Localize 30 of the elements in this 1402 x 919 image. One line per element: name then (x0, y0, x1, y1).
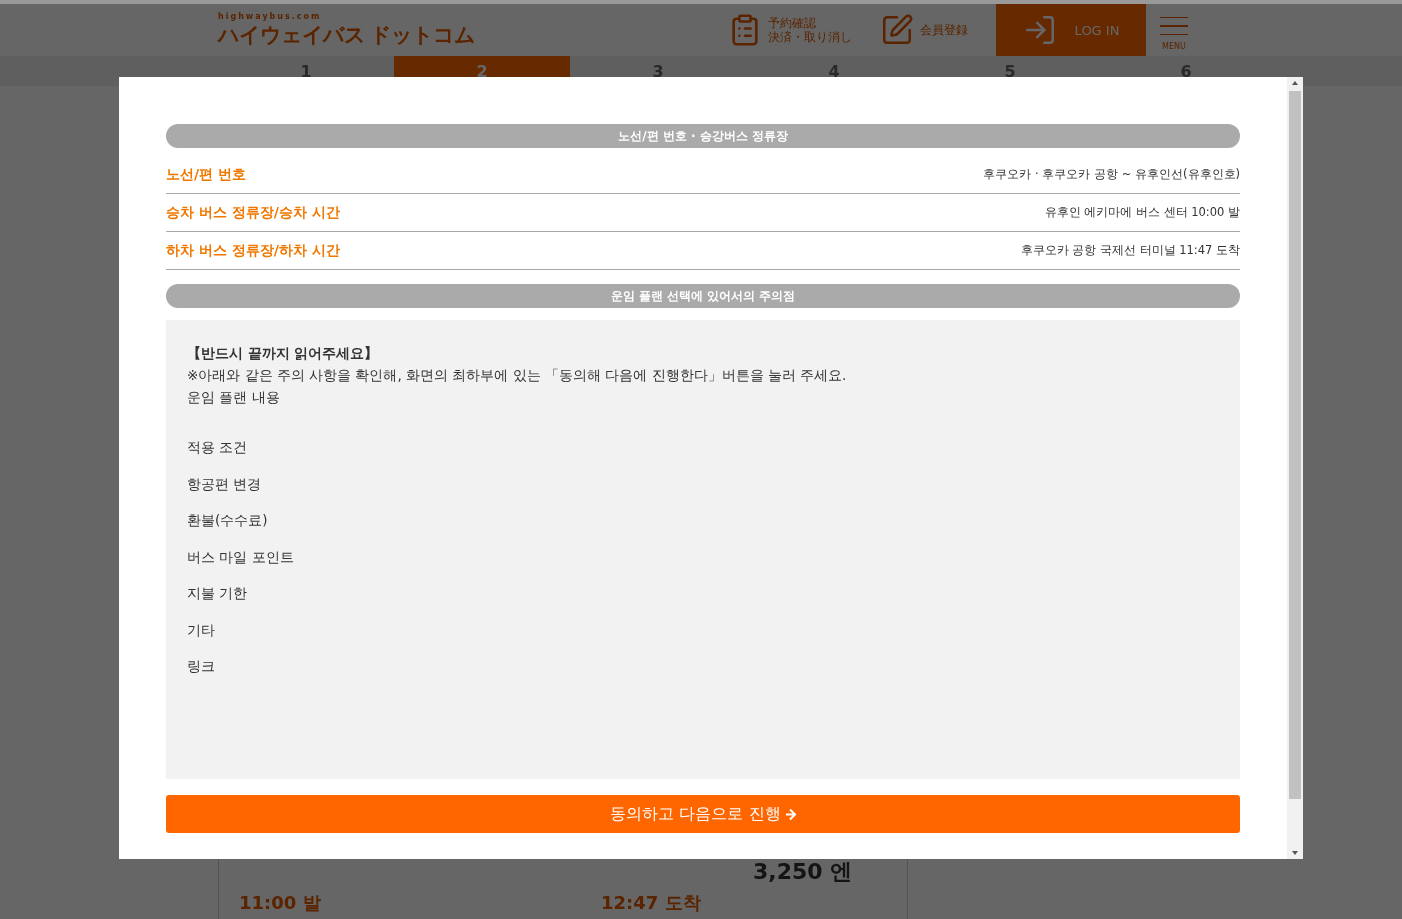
departure-time: 11:00 발 (239, 891, 322, 915)
section-title: 운임 플랜 선택에 있어서의 주의점 (166, 284, 1240, 308)
notice-subheading: 운임 플랜 내용 (187, 388, 281, 407)
plan-item: 적용 조건 (187, 438, 249, 457)
plan-item: 버스 마일 포인트 (187, 547, 295, 567)
login-button[interactable]: LOG IN (996, 4, 1146, 56)
plan-item: 항공편 변경 (187, 474, 263, 494)
fare-price: 3,250 엔 (753, 860, 854, 884)
plan-item: 링크 (187, 657, 216, 676)
arrow-icon (784, 807, 796, 821)
arrival-time: 12:47 도착 (601, 891, 702, 915)
plan-item: 환불(수수료) (187, 511, 269, 530)
plan-item: 지불 기한 (187, 584, 249, 603)
header-link[interactable]: 会員登録 (880, 4, 968, 56)
row-label: 승차 버스 정류장/승차 시간 (166, 203, 340, 222)
agree-button[interactable]: 동의하고 다음으로 진행 (166, 795, 1240, 833)
notice-text: ※아래와 같은 주의 사항을 확인해, 화면의 최하부에 있는 「동의해 다음에 진행한다」버튼을 눌러 주세요. (187, 366, 848, 385)
row-label: 노선/편 번호 (166, 165, 246, 184)
logo[interactable]: ハイウェイバス ドットコム (218, 20, 728, 49)
menu-button[interactable]: MENU (1146, 4, 1202, 56)
row-value: 유후인 에키마에 버스 센터 10:00 발 (1044, 205, 1240, 220)
pen-icon (880, 13, 914, 47)
row-label: 하차 버스 정류장/하차 시간 (166, 241, 340, 260)
logo-caption: highwaybus.com (218, 11, 323, 21)
plan-item: 기타 (187, 620, 216, 640)
header-link[interactable]: 予約確認 決済・取り消し (728, 4, 852, 56)
section-title: 노선/편 번호 · 승강버스 정류장 (166, 124, 1240, 148)
row-value: 후쿠오카 공항 국제선 터미널 11:47 도착 (1020, 243, 1240, 258)
notice-heading: 【반드시 끝까지 읽어주세요】 (187, 344, 380, 363)
row-value: 후쿠오카 · 후쿠오카 공항 ~ 유후인선(유후인호) (983, 167, 1240, 182)
